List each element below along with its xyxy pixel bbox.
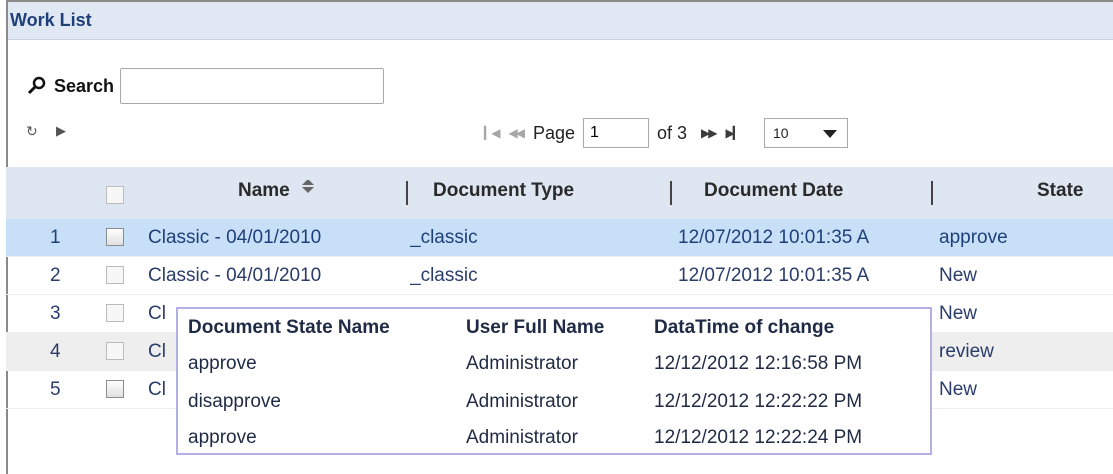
column-header-document-type[interactable]: Document Type <box>433 180 574 202</box>
first-page-icon[interactable]: ▎◀ <box>484 126 501 140</box>
cell-state: approve <box>939 226 1008 248</box>
last-page-icon[interactable]: ▶▎ <box>725 126 742 140</box>
popup-cell-user: Administrator <box>466 391 578 412</box>
grid-header: Name Document Type Document Date State <box>6 167 1113 219</box>
panel-title: Work List <box>8 2 1113 40</box>
page-size-value: 10 <box>772 125 789 141</box>
cell-state: New <box>939 302 978 324</box>
cell-state: review <box>939 340 994 362</box>
row-checkbox[interactable] <box>106 304 124 322</box>
popup-cell-state: approve <box>188 427 257 448</box>
column-header-state[interactable]: State <box>1037 180 1083 202</box>
grid-toolbar: ↻ ▶ ▎◀ ◀◀ Page of 3 ▶▶ ▶▎ 10 <box>26 115 1113 151</box>
cell-document-type: _classic <box>410 226 478 248</box>
popup-header-time: DataTime of change <box>654 317 835 338</box>
popup-cell-state: disapprove <box>188 391 281 412</box>
row-number: 2 <box>50 264 61 286</box>
cell-name: Classic - 04/01/2010 <box>148 264 322 286</box>
row-number: 1 <box>50 226 61 248</box>
cell-state: New <box>939 378 978 400</box>
row-number: 5 <box>50 378 61 400</box>
refresh-icon[interactable]: ↻ <box>26 123 38 140</box>
next-page-icon[interactable]: ▶▶ <box>701 126 718 140</box>
cell-state: New <box>939 264 978 286</box>
row-number: 4 <box>50 340 61 362</box>
page-count: of 3 <box>656 122 688 143</box>
search-icon <box>27 76 46 95</box>
row-checkbox[interactable] <box>106 228 124 246</box>
search-input[interactable] <box>120 68 385 104</box>
column-header-name[interactable]: Name <box>238 180 315 202</box>
page-label: Page <box>532 122 575 143</box>
play-icon[interactable]: ▶ <box>56 123 66 139</box>
popup-header-user: User Full Name <box>466 317 605 338</box>
row-checkbox[interactable] <box>106 266 124 284</box>
popup-cell-state: approve <box>188 353 257 374</box>
cell-document-date: 12/07/2012 10:01:35 A <box>678 264 870 286</box>
search-label: Search <box>54 75 115 96</box>
column-separator[interactable] <box>931 181 933 205</box>
cell-name: Cl <box>148 340 166 362</box>
cell-name: Classic - 04/01/2010 <box>148 226 322 248</box>
state-history-tooltip: Document State Name User Full Name DataT… <box>176 307 932 455</box>
column-header-document-date[interactable]: Document Date <box>704 180 843 202</box>
pager: ▎◀ ◀◀ Page of 3 ▶▶ ▶▎ 10 <box>484 115 848 151</box>
sort-icon[interactable] <box>301 180 315 194</box>
popup-cell-time: 12/12/2012 12:22:24 PM <box>654 427 863 448</box>
popup-header-state: Document State Name <box>188 317 390 338</box>
cell-document-date: 12/07/2012 10:01:35 A <box>678 226 870 248</box>
chevron-down-icon <box>822 130 837 138</box>
page-size-select[interactable]: 10 <box>763 118 848 148</box>
column-separator[interactable] <box>670 181 672 205</box>
select-all-checkbox[interactable] <box>106 186 124 204</box>
cell-name: Cl <box>148 378 166 400</box>
popup-cell-time: 12/12/2012 12:22:22 PM <box>654 391 863 412</box>
page-input[interactable] <box>582 118 649 148</box>
row-number: 3 <box>50 302 61 324</box>
cell-document-type: _classic <box>410 264 478 286</box>
table-row[interactable]: 1 Classic - 04/01/2010 _classic 12/07/20… <box>6 219 1113 257</box>
column-separator[interactable] <box>406 181 408 205</box>
prev-page-icon[interactable]: ◀◀ <box>508 126 525 140</box>
cell-name: Cl <box>148 302 166 324</box>
popup-cell-user: Administrator <box>466 353 578 374</box>
row-checkbox[interactable] <box>106 342 124 360</box>
popup-cell-user: Administrator <box>466 427 578 448</box>
row-checkbox[interactable] <box>106 380 124 398</box>
popup-cell-time: 12/12/2012 12:16:58 PM <box>654 353 863 374</box>
search-bar: Search <box>26 68 385 104</box>
table-row[interactable]: 2 Classic - 04/01/2010 _classic 12/07/20… <box>6 257 1113 295</box>
